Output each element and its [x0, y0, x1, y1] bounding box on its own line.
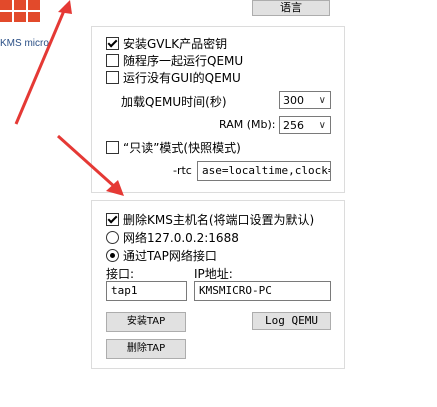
arrow-up-icon — [14, 0, 72, 125]
annotation-arrows — [14, 0, 124, 196]
arrow-down-right-icon — [56, 134, 124, 196]
